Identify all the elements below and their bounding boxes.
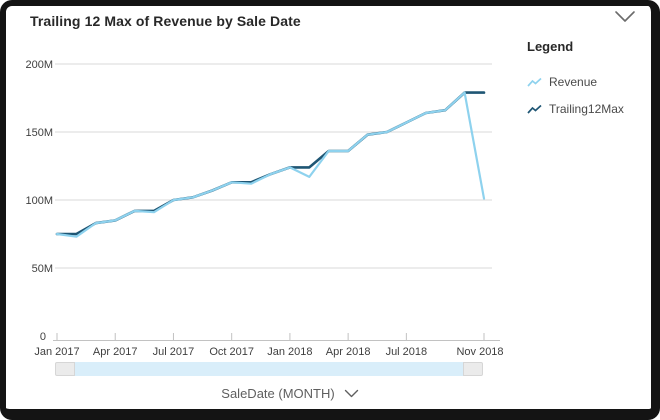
- legend-item-trailing12max[interactable]: Trailing12Max: [527, 102, 624, 116]
- legend-item-label: Revenue: [549, 75, 597, 89]
- y-tick-label: 100M: [25, 195, 53, 207]
- x-tick-label: Apr 2017: [93, 346, 138, 358]
- slider-selected-range[interactable]: [75, 362, 463, 376]
- legend-item-revenue[interactable]: Revenue: [527, 75, 624, 89]
- x-axis-field-dropdown[interactable]: SaleDate (MONTH): [221, 386, 358, 401]
- y-tick-label: 50M: [32, 263, 53, 275]
- chevron-down-icon[interactable]: [613, 9, 637, 24]
- x-tick-label: Apr 2018: [326, 346, 371, 358]
- x-tick-label: Oct 2017: [209, 346, 254, 358]
- x-tick-label: Jul 2018: [386, 346, 428, 358]
- x-axis-range-slider[interactable]: [55, 362, 483, 376]
- x-tick-label: Jan 2018: [267, 346, 312, 358]
- legend-item-label: Trailing12Max: [549, 102, 624, 116]
- x-tick-label: Nov 2018: [456, 346, 503, 358]
- slider-right-handle[interactable]: [463, 362, 483, 376]
- series-line-trailing12max: [57, 93, 484, 234]
- y-tick-label: 200M: [25, 59, 53, 71]
- legend-title: Legend: [527, 39, 624, 54]
- legend: Legend Revenue Trailing12Max: [527, 39, 624, 129]
- trailing12max-line-icon: [527, 104, 542, 115]
- x-tick-label: Jul 2017: [153, 346, 195, 358]
- y-tick-label: 150M: [25, 127, 53, 139]
- chevron-down-icon: [344, 389, 359, 398]
- chart-canvas: 0 50M 100M 150M 200M Jan 2017 Apr 2017 Jul 2017…: [0, 0, 520, 368]
- x-axis-field: SaleDate (MONTH): [75, 385, 505, 403]
- y-tick-label: 0: [40, 331, 46, 343]
- series-line-revenue: [57, 93, 484, 237]
- revenue-line-icon: [527, 77, 542, 88]
- x-tick-label: Jan 2017: [34, 346, 79, 358]
- slider-left-handle[interactable]: [55, 362, 75, 376]
- x-axis-field-label: SaleDate (MONTH): [221, 386, 334, 401]
- chart-widget: Trailing 12 Max of Revenue by Sale Date …: [0, 0, 660, 420]
